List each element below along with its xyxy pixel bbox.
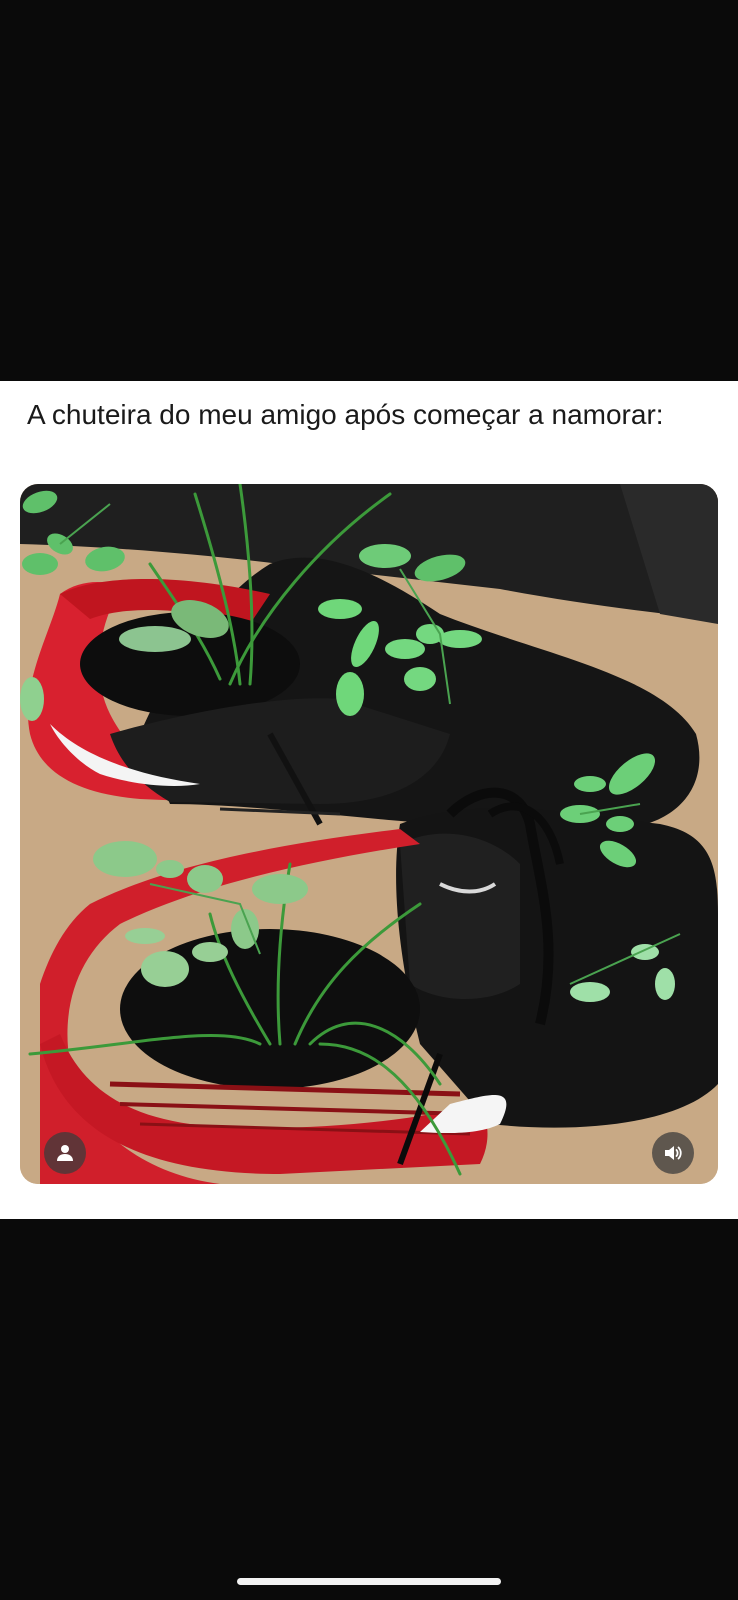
speaker-sound-icon [665,1146,682,1160]
bottom-black-area [0,1219,738,1600]
post-caption: A chuteira do meu amigo após começar a n… [27,399,664,430]
person-icon [57,1145,73,1161]
post-media[interactable] [20,484,718,1184]
user-tags-button[interactable] [44,1132,86,1174]
top-black-area [0,0,738,381]
sound-toggle-button[interactable] [652,1132,694,1174]
home-indicator[interactable] [237,1578,501,1585]
post-card: A chuteira do meu amigo após começar a n… [0,381,738,1219]
cleats-with-plants-image [20,484,718,1184]
